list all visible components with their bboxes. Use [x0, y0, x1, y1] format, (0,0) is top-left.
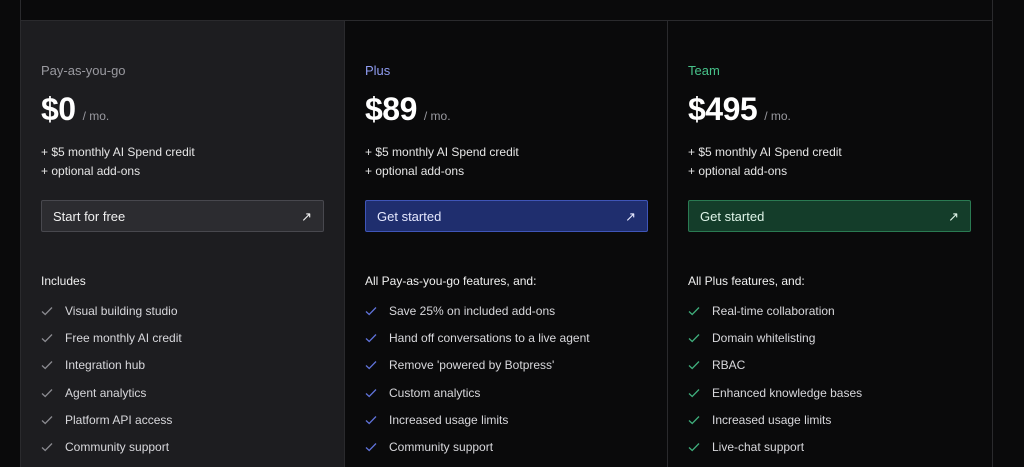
arrow-up-right-icon: ↗ [948, 208, 959, 224]
list-item: Free monthly AI credit [41, 324, 182, 351]
list-item: Real-time collaboration [688, 297, 862, 324]
price-row: $0 / mo. [41, 91, 109, 128]
check-icon [41, 443, 53, 452]
check-icon [688, 415, 700, 425]
check-icon [41, 333, 53, 343]
check-icon [365, 443, 377, 452]
price-period: / mo. [82, 109, 110, 123]
feature-label: Hand off conversations to a live agent [389, 330, 590, 345]
addons-line: + optional add-ons [688, 164, 788, 178]
feature-label: Real-time collaboration [712, 303, 835, 318]
plan-credits: + $5 monthly AI Spend credit + optional … [688, 143, 842, 181]
feature-list: Save 25% on included add-ons Hand off co… [365, 297, 590, 461]
includes-heading: Includes [41, 274, 86, 288]
ai-credit-line: + $5 monthly AI Spend credit [41, 145, 195, 159]
list-item: Domain whitelisting [688, 324, 862, 351]
ai-credit-line: + $5 monthly AI Spend credit [365, 145, 519, 159]
plan-name: Pay-as-you-go [41, 63, 126, 78]
list-item: Remove 'powered by Botpress' [365, 352, 590, 379]
plan-name: Plus [365, 63, 391, 78]
check-icon [41, 361, 53, 370]
list-item: Enhanced knowledge bases [688, 379, 862, 406]
feature-label: RBAC [712, 358, 746, 373]
list-item: Community support [365, 433, 590, 460]
list-item: Agent analytics [41, 379, 182, 406]
plan-card-plus: Plus $89 / mo. + $5 monthly AI Spend cre… [344, 21, 667, 467]
feature-label: Live-chat support [712, 440, 805, 455]
addons-line: + optional add-ons [41, 164, 141, 178]
arrow-up-right-icon: ↗ [301, 208, 312, 224]
list-item: Hand off conversations to a live agent [365, 324, 590, 351]
check-icon [688, 333, 700, 343]
feature-label: Free monthly AI credit [65, 330, 182, 345]
get-started-team-button[interactable]: Get started ↗ [688, 200, 971, 232]
feature-label: Increased usage limits [712, 412, 832, 427]
plan-price: $495 [688, 91, 758, 127]
feature-label: Remove 'powered by Botpress' [389, 358, 555, 373]
feature-label: Community support [65, 440, 170, 455]
includes-heading: All Plus features, and: [688, 274, 805, 288]
feature-label: Visual building studio [65, 303, 178, 318]
price-row: $495 / mo. [688, 91, 791, 128]
cta-label: Start for free [53, 208, 126, 224]
list-item: Platform API access [41, 406, 182, 433]
feature-label: Increased usage limits [389, 412, 509, 427]
check-icon [365, 388, 377, 397]
plan-credits: + $5 monthly AI Spend credit + optional … [365, 143, 519, 181]
price-period: / mo. [423, 109, 451, 123]
cta-label: Get started [377, 208, 442, 224]
plan-name: Team [688, 63, 720, 78]
list-item: Community support [41, 433, 182, 460]
check-icon [41, 415, 53, 425]
plan-card-pay-as-you-go: Pay-as-you-go $0 / mo. + $5 monthly AI S… [21, 21, 344, 467]
check-icon [41, 388, 53, 397]
arrow-up-right-icon: ↗ [625, 208, 636, 224]
plan-card-team: Team $495 / mo. + $5 monthly AI Spend cr… [667, 21, 990, 467]
feature-list: Visual building studio Free monthly AI c… [41, 297, 182, 461]
feature-label: Domain whitelisting [712, 330, 816, 345]
price-period: / mo. [764, 109, 791, 123]
price-row: $89 / mo. [365, 91, 451, 128]
feature-label: Integration hub [65, 358, 146, 373]
feature-label: Agent analytics [65, 385, 147, 400]
list-item: Increased usage limits [365, 406, 590, 433]
feature-label: Custom analytics [389, 385, 481, 400]
check-icon [688, 443, 700, 452]
list-item: Custom analytics [365, 379, 590, 406]
check-icon [688, 306, 700, 316]
cta-label: Get started [700, 208, 765, 224]
check-icon [688, 361, 700, 370]
feature-label: Community support [389, 440, 494, 455]
check-icon [365, 333, 377, 343]
list-item: Live-chat support [688, 433, 862, 460]
feature-list: Real-time collaboration Domain whitelist… [688, 297, 862, 461]
check-icon [41, 306, 53, 316]
feature-label: Enhanced knowledge bases [712, 385, 863, 400]
plan-price: $0 [41, 91, 76, 127]
check-icon [365, 306, 377, 316]
start-for-free-button[interactable]: Start for free ↗ [41, 200, 324, 232]
addons-line: + optional add-ons [365, 164, 465, 178]
feature-label: Platform API access [65, 412, 173, 427]
check-icon [688, 388, 700, 397]
list-item: Increased usage limits [688, 406, 862, 433]
plan-price: $89 [365, 91, 417, 127]
list-item: Visual building studio [41, 297, 182, 324]
get-started-plus-button[interactable]: Get started ↗ [365, 200, 648, 232]
plan-credits: + $5 monthly AI Spend credit + optional … [41, 143, 195, 181]
list-item: Save 25% on included add-ons [365, 297, 590, 324]
ai-credit-line: + $5 monthly AI Spend credit [688, 145, 842, 159]
feature-label: Save 25% on included add-ons [389, 303, 556, 318]
list-item: Integration hub [41, 352, 182, 379]
includes-heading: All Pay-as-you-go features, and: [365, 274, 537, 288]
check-icon [365, 415, 377, 425]
list-item: RBAC [688, 352, 862, 379]
check-icon [365, 361, 377, 370]
